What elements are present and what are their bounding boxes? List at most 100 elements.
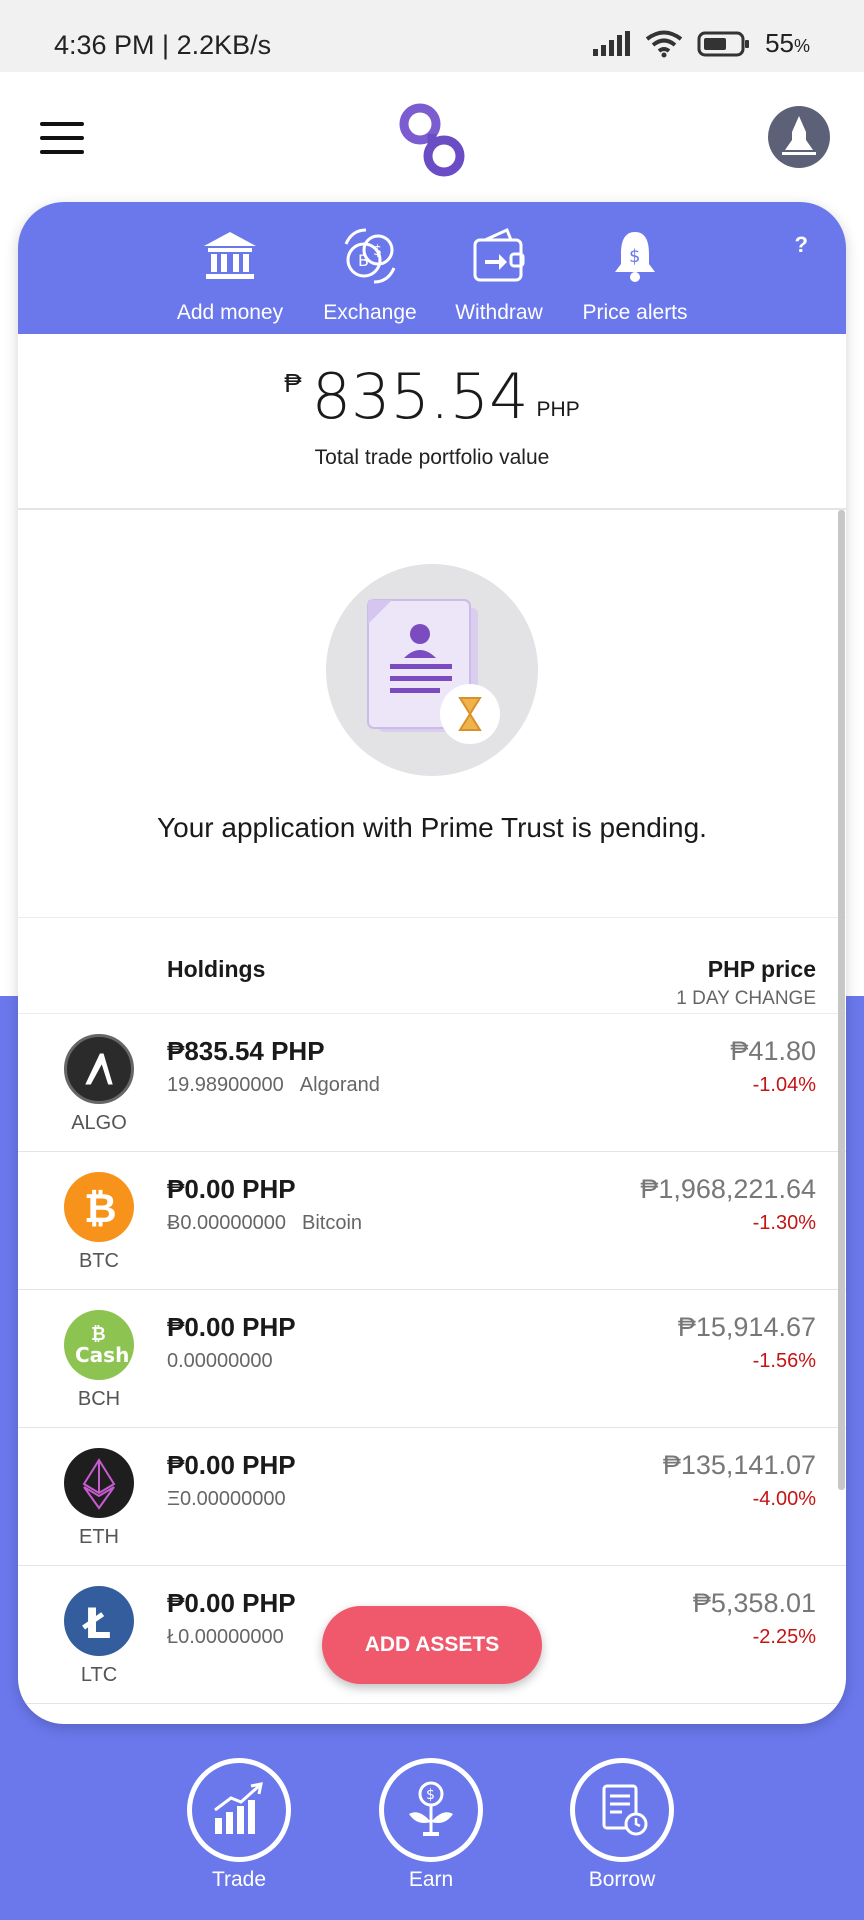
asset-name: Algorand xyxy=(299,1074,380,1096)
day-change: -1.56% xyxy=(752,1350,816,1372)
ticker-label: BTC xyxy=(79,1250,119,1272)
nav-borrow[interactable]: Borrow xyxy=(567,1758,677,1892)
add-assets-button[interactable]: ADD ASSETS xyxy=(322,1606,542,1684)
quantity-amount: Ł0.00000000 xyxy=(167,1626,284,1648)
svg-text:$: $ xyxy=(629,246,640,267)
bitcoin-coin-icon: ₿ xyxy=(64,1172,134,1242)
day-change: -1.30% xyxy=(752,1212,816,1234)
status-bar: 4:36 PM | 2.2KB/s 55% xyxy=(0,0,864,72)
svg-text:Ł: Ł xyxy=(82,1599,111,1648)
litecoin-coin-icon: Ł xyxy=(64,1586,134,1656)
day-change: -1.04% xyxy=(752,1074,816,1096)
earn-plant-icon: $ xyxy=(409,1781,453,1836)
nav-earn[interactable]: $ Earn xyxy=(376,1758,486,1892)
ticker-label: ETH xyxy=(79,1526,119,1548)
signal-icon xyxy=(593,30,631,56)
svg-text:Cash: Cash xyxy=(75,1343,129,1367)
nav-borrow-label: Borrow xyxy=(588,1868,656,1891)
exchange-icon: B $ xyxy=(344,228,396,284)
holding-row-btc[interactable]: ₿ BTC ₱0.00 PHP Ƀ0.00000000 Bitcoin ₱1,96… xyxy=(18,1152,846,1290)
portfolio-card: Add money B $ Exchange Withdraw $ Price … xyxy=(18,202,846,1724)
holding-quantity: Ƀ0.00000000 Bitcoin xyxy=(167,1212,362,1235)
nav-trade[interactable]: Trade xyxy=(184,1758,294,1892)
balance-caption: Total trade portfolio value xyxy=(314,446,550,469)
asset-price: ₱15,914.67 xyxy=(677,1312,816,1342)
currency-code: PHP xyxy=(536,398,580,421)
holding-row-eth[interactable]: ETH ₱0.00 PHP Ξ0.00000000 ₱135,141.07 -4… xyxy=(18,1428,846,1566)
asset-price: ₱5,358.01 xyxy=(692,1588,816,1618)
balance-amount-row: ₱ 835.54 PHP xyxy=(18,360,846,433)
pending-application-panel: Your application with Prime Trust is pen… xyxy=(18,510,846,918)
withdraw-icon xyxy=(473,227,525,282)
wifi-icon xyxy=(645,30,683,57)
help-button[interactable]: ? xyxy=(795,232,808,258)
holdings-title: Holdings xyxy=(167,956,266,982)
rocket-avatar-icon xyxy=(782,116,816,155)
day-change: -4.00% xyxy=(752,1488,816,1510)
svg-text:$: $ xyxy=(373,243,382,259)
exchange-button[interactable]: B $ Exchange xyxy=(300,224,440,325)
status-time: 4:36 PM | 2.2KB/s xyxy=(54,30,272,60)
battery-value: 55 xyxy=(765,28,794,58)
bitcoin-cash-coin-icon: ₿ Cash xyxy=(64,1310,134,1380)
nav-trade-label: Trade xyxy=(211,1868,267,1891)
brand-logo-icon[interactable] xyxy=(392,100,472,180)
bell-icon: $ xyxy=(615,232,655,282)
asset-price: ₱41.80 xyxy=(730,1036,816,1066)
add-money-label: Add money xyxy=(176,301,284,324)
currency-symbol: ₱ xyxy=(284,368,302,398)
battery-percent: 55% xyxy=(765,28,810,59)
status-icons: 55% xyxy=(591,28,810,59)
holding-quantity: Ξ0.00000000 xyxy=(167,1488,302,1511)
quantity-amount: Ƀ0.00000000 xyxy=(167,1212,287,1234)
holding-value: ₱0.00 PHP xyxy=(167,1174,296,1204)
exchange-label: Exchange xyxy=(323,301,417,324)
ticker-label: BCH xyxy=(77,1388,121,1410)
avatar[interactable] xyxy=(768,106,830,168)
pending-message: Your application with Prime Trust is pen… xyxy=(157,812,707,843)
holding-row-bch[interactable]: ₿ Cash BCH ₱0.00 PHP 0.00000000 ₱15,914.… xyxy=(18,1290,846,1428)
battery-unit: % xyxy=(793,36,810,56)
holding-value: ₱0.00 PHP xyxy=(167,1450,296,1480)
withdraw-button[interactable]: Withdraw xyxy=(429,224,569,325)
add-money-button[interactable]: Add money xyxy=(160,224,300,325)
holding-value: ₱0.00 PHP xyxy=(167,1588,296,1618)
ticker-label: LTC xyxy=(80,1664,118,1686)
trade-button-ring xyxy=(187,1758,291,1862)
ticker-label: ALGO xyxy=(71,1112,127,1134)
nav-earn-label: Earn xyxy=(408,1868,454,1891)
asset-price: ₱1,968,221.64 xyxy=(640,1174,816,1204)
trade-chart-icon xyxy=(214,1782,263,1834)
price-alerts-button[interactable]: $ Price alerts xyxy=(565,224,705,325)
holding-value: ₱0.00 PHP xyxy=(167,1312,296,1342)
algorand-coin-icon xyxy=(64,1034,134,1104)
quantity-amount: 19.98900000 xyxy=(167,1074,284,1096)
svg-text:B: B xyxy=(358,251,369,270)
action-bar: Add money B $ Exchange Withdraw $ Price … xyxy=(18,202,846,334)
pending-illustration xyxy=(326,564,538,776)
bank-icon xyxy=(204,232,256,279)
price-alerts-label: Price alerts xyxy=(582,301,688,324)
portfolio-balance: ₱ 835.54 PHP Total trade portfolio value xyxy=(18,334,846,510)
svg-text:₿: ₿ xyxy=(91,1324,106,1345)
balance-amount: 835.54 xyxy=(311,360,529,433)
battery-icon xyxy=(697,31,750,56)
quantity-amount: Ξ0.00000000 xyxy=(167,1488,286,1510)
holdings-header: Holdings PHP price 1 DAY CHANGE xyxy=(18,918,846,1014)
borrow-document-icon xyxy=(602,1784,648,1836)
holding-quantity: 0.00000000 xyxy=(167,1350,289,1373)
borrow-button-ring xyxy=(570,1758,674,1862)
holding-row-algo[interactable]: ALGO ₱835.54 PHP 19.98900000 Algorand ₱41… xyxy=(18,1014,846,1152)
asset-price: ₱135,141.07 xyxy=(662,1450,816,1480)
earn-button-ring: $ xyxy=(379,1758,483,1862)
app-header xyxy=(0,72,864,202)
asset-name: Bitcoin xyxy=(302,1212,363,1234)
document-hourglass-icon xyxy=(367,599,500,744)
withdraw-label: Withdraw xyxy=(455,301,543,324)
price-column-title: PHP price xyxy=(707,956,816,982)
hamburger-menu-icon[interactable] xyxy=(40,122,84,156)
holding-quantity: 19.98900000 Algorand xyxy=(167,1074,380,1097)
scrollbar[interactable] xyxy=(838,510,845,1490)
holding-quantity: Ł0.00000000 xyxy=(167,1626,300,1649)
day-change: -2.25% xyxy=(752,1626,816,1648)
